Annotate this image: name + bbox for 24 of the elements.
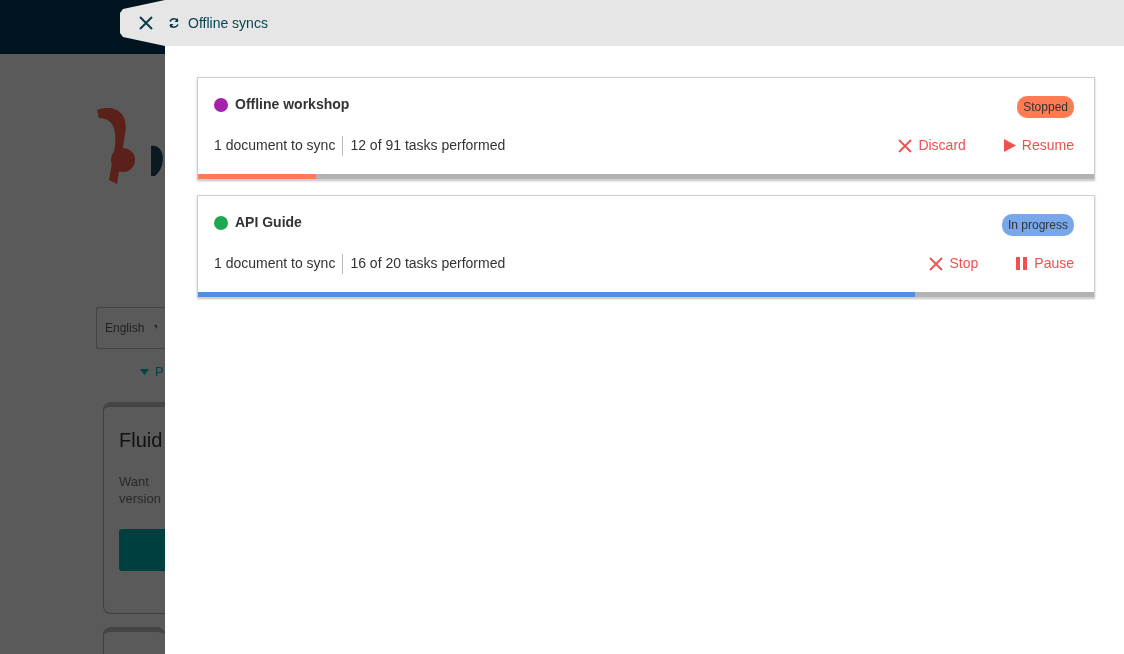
caret-icon <box>154 325 157 331</box>
sync-name: API Guide <box>235 213 302 232</box>
close-icon <box>929 256 944 271</box>
status-badge: Stopped <box>1017 96 1074 118</box>
close-icon <box>138 15 154 31</box>
close-button[interactable] <box>138 15 154 31</box>
task-count: 12 of 91 tasks performed <box>350 136 506 155</box>
pause-icon <box>1016 257 1029 270</box>
logo-icon <box>95 106 165 186</box>
pause-button[interactable]: Pause <box>1016 253 1074 274</box>
document-count: 1 document to sync <box>214 254 336 273</box>
panel-title: Offline syncs <box>188 13 268 33</box>
cancel-button[interactable]: Stop <box>929 253 979 274</box>
cancel-button[interactable]: Discard <box>898 135 966 156</box>
play-icon <box>1003 139 1016 152</box>
document-count: 1 document to sync <box>214 136 336 155</box>
card-title: Fluid <box>119 428 164 453</box>
task-count: 16 of 20 tasks performed <box>350 254 506 273</box>
resume-button[interactable]: Resume <box>1003 135 1074 156</box>
sync-icon <box>168 17 180 29</box>
close-icon <box>898 138 913 153</box>
caret-icon <box>140 368 149 375</box>
status-badge: In progress <box>1001 214 1074 236</box>
sync-name: Offline workshop <box>235 95 350 114</box>
